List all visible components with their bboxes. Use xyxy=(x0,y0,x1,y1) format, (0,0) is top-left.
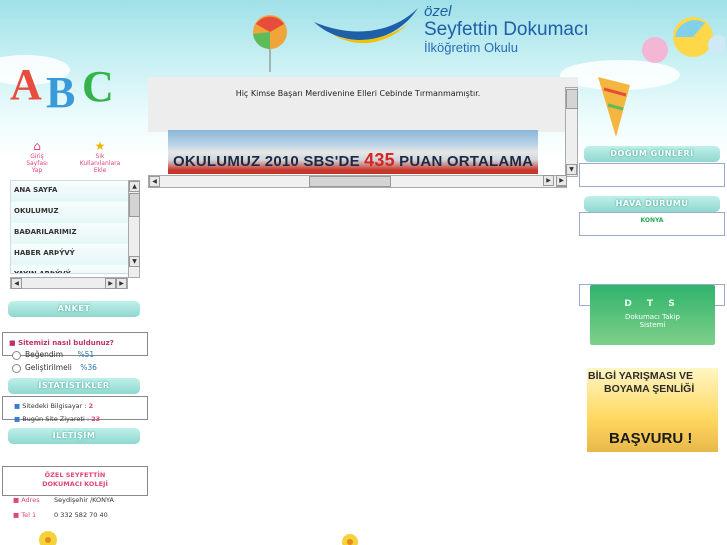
poll-option-2-label: Geliştirilmeli xyxy=(25,363,72,372)
contact-org-line2: DOKUMACI KOLEJİ xyxy=(42,480,108,488)
center-scroll-thumb[interactable] xyxy=(566,89,578,109)
balloons-icon xyxy=(642,17,725,63)
menu-item-news-archive[interactable]: HABER ARÞÝVÝ xyxy=(11,244,129,265)
poll-title: ANKET xyxy=(8,301,140,317)
sbs-banner-text: OKULUMUZ 2010 SBS'DE 435 PUAN ORTALAMA xyxy=(173,150,533,171)
poll-option-1-label: Beğendim xyxy=(25,350,64,359)
dts-title: D T S xyxy=(624,299,681,309)
scroll-up-button[interactable]: ▲ xyxy=(129,181,140,192)
poll-question: ■ Sitemizi nasıl buldunuz? xyxy=(9,339,114,347)
contact-title: İLETİŞİM xyxy=(8,428,140,444)
sbs-banner-number: 435 xyxy=(364,150,395,170)
quick-links: ⌂ Giriş Sayfası Yap ★ Sık Kullanılanlara… xyxy=(10,140,140,174)
home-icon: ⌂ xyxy=(33,139,41,153)
center-scroll-down-button[interactable]: ▼ xyxy=(566,164,577,175)
stats-online-label: Sitedeki Bilgisayar : xyxy=(22,402,87,410)
menu-item-publication-archive[interactable]: YAYIN ARÞÝVÝ xyxy=(11,265,129,273)
main-menu: ANA SAYFA OKULUMUZ BAÐARILARIMIZ HABER A… xyxy=(10,180,130,274)
dts-line2: Sistemi xyxy=(639,321,666,329)
stats-visits: ■ Bugün Site Ziyareti : 23 xyxy=(14,415,101,423)
dts-line1: Dokumacı Takip xyxy=(625,313,680,321)
center-horizontal-scrollbar[interactable]: ◀ ▶ xyxy=(148,175,567,188)
contact-phone: ■ Tel 1 xyxy=(13,511,37,519)
abc-logo: A B C xyxy=(8,55,138,130)
poll-option-1-radio[interactable] xyxy=(12,350,21,360)
menu-item-home[interactable]: ANA SAYFA xyxy=(11,181,129,202)
set-homepage-label-2: Sayfası xyxy=(26,160,48,167)
set-homepage-label-1: Giriş xyxy=(30,153,44,160)
balloon-icon xyxy=(253,15,287,72)
contact-address-value: Seydişehir /KONYA xyxy=(54,496,114,504)
sbs-banner-prefix: OKULUMUZ 2010 SBS'DE xyxy=(173,153,360,170)
set-homepage-label-3: Yap xyxy=(31,167,43,174)
menu-item-achievements[interactable]: BAÐARILARIMIZ xyxy=(11,223,129,244)
contest-line1: BİLGİ YARIŞMASI VE xyxy=(588,370,694,382)
abc-letter-b: B xyxy=(46,68,76,117)
contact-phone-label: Tel 1 xyxy=(21,511,37,519)
star-icon: ★ xyxy=(94,139,106,153)
contact-address: ■ Adres xyxy=(13,496,40,504)
contest-apply-button[interactable]: BAŞVURU ! xyxy=(609,430,692,447)
scroll-right-button[interactable]: ▶ xyxy=(105,278,116,289)
menu-horizontal-scrollbar[interactable]: ◀ ▶ ▶ xyxy=(10,277,128,289)
center-scroll-end-button[interactable]: ▶ xyxy=(556,175,567,186)
scroll-thumb[interactable] xyxy=(129,193,140,217)
stats-visits-value: 23 xyxy=(91,415,101,423)
school-name-line3: İlköğretim Okulu xyxy=(424,40,518,55)
menu-vertical-scrollbar[interactable]: ▲ ▼ xyxy=(128,180,140,278)
center-vertical-scrollbar[interactable]: ▼ xyxy=(565,87,578,177)
party-hat-icon xyxy=(598,77,630,137)
contact-header-panel: ÖZEL SEYFETTİN DOKUMACI KOLEJİ xyxy=(2,466,148,496)
dts-banner[interactable]: D T S Dokumacı Takip Sistemi xyxy=(590,285,715,345)
poll-question-text: Sitemizi nasıl buldunuz? xyxy=(18,339,114,347)
add-favorites-label-3: Ekle xyxy=(93,167,107,174)
center-scroll-left-button[interactable]: ◀ xyxy=(149,176,160,187)
contact-org-line1: ÖZEL SEYFETTİN xyxy=(44,471,106,479)
poll-option-1[interactable]: Beğendim %51 xyxy=(12,350,94,360)
contest-banner[interactable]: BİLGİ YARIŞMASI VE BOYAMA ŞENLİĞİ BAŞVUR… xyxy=(587,368,718,452)
school-name-line2: Seyfettin Dokumacı xyxy=(424,19,589,40)
stats-visits-label: Bugün Site Ziyareti : xyxy=(22,415,90,423)
center-hscroll-thumb[interactable] xyxy=(309,176,391,187)
weather-city: KONYA xyxy=(640,217,664,224)
birthdays-panel xyxy=(579,163,725,187)
sbs-banner[interactable]: OKULUMUZ 2010 SBS'DE 435 PUAN ORTALAMA xyxy=(168,130,538,174)
scroll-left-button[interactable]: ◀ xyxy=(11,278,22,289)
poll-option-2[interactable]: Geliştirilmeli %36 xyxy=(12,363,97,373)
contact-address-label: Adres xyxy=(21,496,40,504)
school-logo-icon xyxy=(314,8,418,44)
motto-panel: Hiç Kimse Başarı Merdivenine Elleri Cebi… xyxy=(148,77,578,132)
abc-letter-c: C xyxy=(82,62,114,111)
abc-letter-a: A xyxy=(10,60,42,109)
school-name: özel Seyfettin Dokumacı İlköğretim Okulu xyxy=(424,3,644,56)
weather-title: HAVA DURUMU xyxy=(584,196,720,212)
school-name-line1: özel xyxy=(424,3,452,20)
menu-item-school[interactable]: OKULUMUZ xyxy=(11,202,129,223)
page: özel Seyfettin Dokumacı İlköğretim Okulu… xyxy=(0,0,727,545)
set-homepage-link[interactable]: ⌂ Giriş Sayfası Yap xyxy=(14,140,60,174)
scroll-right-end-button[interactable]: ▶ xyxy=(116,278,127,289)
contest-heading: BİLGİ YARIŞMASI VE BOYAMA ŞENLİĞİ xyxy=(588,370,694,396)
stats-online-value: 2 xyxy=(88,402,94,410)
poll-option-2-radio[interactable] xyxy=(12,363,21,373)
contact-phone-value: 0 332 582 70 40 xyxy=(54,511,108,519)
scroll-down-button[interactable]: ▼ xyxy=(129,256,140,267)
poll-option-2-percent: %36 xyxy=(80,363,97,372)
poll-option-1-percent: %51 xyxy=(77,350,95,359)
center-scroll-right-end-button[interactable]: ▶ xyxy=(543,175,554,186)
add-favorites-label-1: Sık xyxy=(95,153,105,160)
flower-icon xyxy=(342,534,358,545)
add-favorites-label-2: Kullanılanlara xyxy=(79,160,121,167)
stats-online: ■ Sitedeki Bilgisayar : 2 xyxy=(14,402,94,410)
stats-title: İSTATİSTİKLER xyxy=(8,378,140,394)
birthdays-title: DOĞUM GÜNLERİ xyxy=(584,146,720,162)
add-favorites-link[interactable]: ★ Sık Kullanılanlara Ekle xyxy=(70,140,130,174)
sbs-banner-suffix: PUAN ORTALAMA xyxy=(399,153,534,170)
flower-icon xyxy=(39,531,57,545)
motto-text: Hiç Kimse Başarı Merdivenine Elleri Cebi… xyxy=(235,89,481,98)
contest-line2: BOYAMA ŞENLİĞİ xyxy=(604,383,695,395)
weather-panel: KONYA xyxy=(579,212,725,236)
